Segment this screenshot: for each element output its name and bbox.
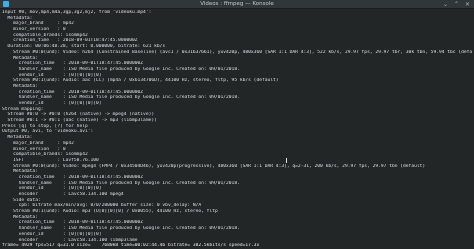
maximize-icon[interactable]: ⌃ <box>453 1 460 8</box>
close-icon[interactable]: ✕ <box>464 1 471 8</box>
window-title: Videos : ffmpeg — Konsole <box>200 1 274 7</box>
mouse-cursor-icon <box>286 158 289 163</box>
ffmpeg-progress-line: frame= 4929 fps=517 q=31.0 size= 7680kB … <box>2 243 260 249</box>
terminal-line: Stream #0:0(und): Video: mpeg4 (FMP4 / 0… <box>2 163 426 169</box>
konsole-window: Videos : ffmpeg — Konsole ⌄ ⌃ ✕ Input #0… <box>0 0 474 249</box>
title-bar[interactable]: Videos : ffmpeg — Konsole ⌄ ⌃ ✕ <box>0 0 474 9</box>
terminal-line: Stream #0:0(und): Video: h264 (Constrain… <box>2 49 472 55</box>
terminal-output[interactable]: Input #0, mov,mp4,m4a,3gp,3g2,mj2, from … <box>0 9 474 249</box>
window-controls: ⌄ ⌃ ✕ <box>442 1 471 8</box>
minimize-icon[interactable]: ⌄ <box>442 1 449 8</box>
